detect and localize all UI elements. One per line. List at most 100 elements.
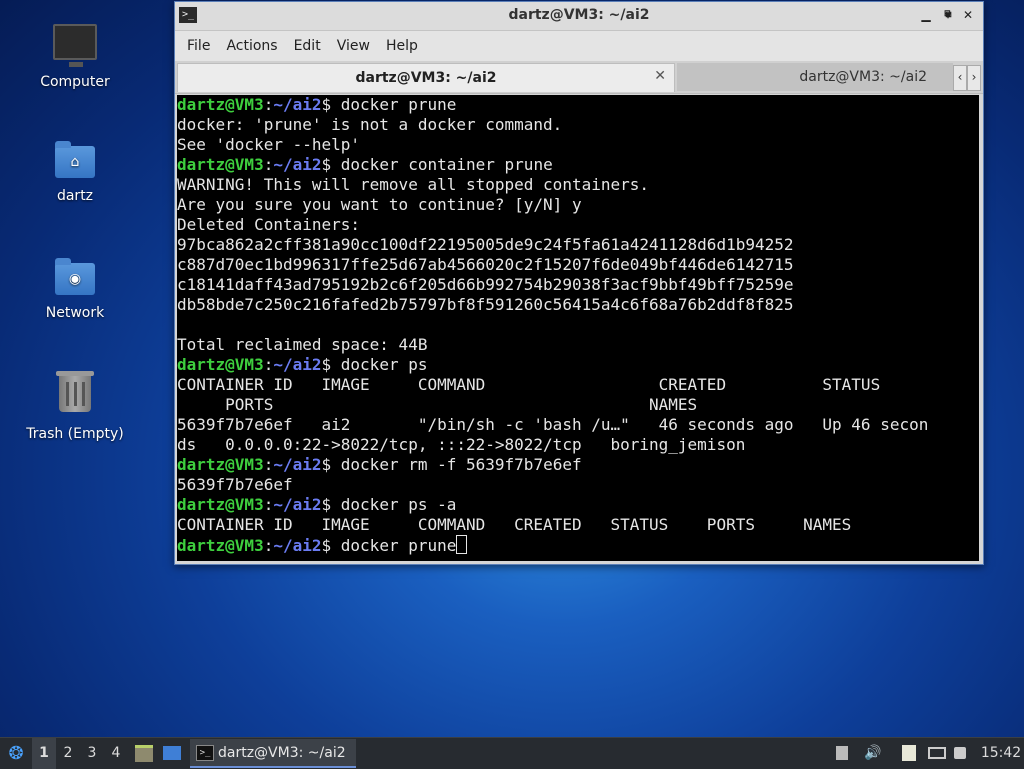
tab-inactive[interactable]: dartz@VM3: ~/ai2 <box>677 63 953 91</box>
desktop-icon-label: dartz <box>56 188 94 204</box>
desktop-icon-label: Network <box>45 305 105 321</box>
prompt-end: $ <box>321 95 341 114</box>
prompt-end: $ <box>321 155 341 174</box>
terminal-command-line: dartz@VM3:~/ai2$ docker prune <box>177 95 979 115</box>
terminal-output[interactable]: dartz@VM3:~/ai2$ docker prune docker: 'pr… <box>177 95 979 561</box>
terminal-output-line: WARNING! This will remove all stopped co… <box>177 175 650 194</box>
show-desktop-icon[interactable] <box>162 738 182 769</box>
prompt-user: dartz@VM3 <box>177 455 264 474</box>
desktop-icon-computer[interactable]: Computer <box>20 20 130 90</box>
prompt-path: ~/ai2 <box>273 155 322 174</box>
terminal-output-line: 5639f7b7e6ef ai2 "/bin/sh -c 'bash /u…" … <box>177 415 929 434</box>
terminal-command-line: dartz@VM3:~/ai2$ docker prune <box>177 535 979 555</box>
terminal-output-line: db58bde7c250c216fafed2b75797bf8f591260c5… <box>177 295 794 314</box>
prompt-end: $ <box>321 455 341 474</box>
text-cursor <box>456 535 468 554</box>
window-title: dartz@VM3: ~/ai2 <box>508 7 650 23</box>
menu-view[interactable]: View <box>329 38 378 54</box>
terminal-command-line: dartz@VM3:~/ai2$ docker ps -a <box>177 495 979 515</box>
prompt-end: $ <box>321 495 341 514</box>
terminal-output-line: ds 0.0.0.0:22->8022/tcp, :::22->8022/tcp… <box>177 435 746 454</box>
volume-icon[interactable]: 🔊 <box>864 745 881 761</box>
taskbar-terminal-button[interactable]: >_ dartz@VM3: ~/ai2 <box>190 739 356 768</box>
desktop-icon-label: Computer <box>40 74 110 90</box>
prompt-user: dartz@VM3 <box>177 155 264 174</box>
tab-active[interactable]: dartz@VM3: ~/ai2 ✕ <box>177 63 675 92</box>
desktop-icon-label: Trash (Empty) <box>26 426 124 442</box>
clipboard-icon[interactable] <box>836 746 848 760</box>
terminal-window: >_ dartz@VM3: ~/ai2 ▾ ▁ ⧉ ✕ File Actions… <box>174 1 984 565</box>
command-text: docker prune <box>340 95 457 114</box>
menu-actions[interactable]: Actions <box>218 38 285 54</box>
prompt-user: dartz@VM3 <box>177 95 264 114</box>
minimize-icon[interactable]: ▁ <box>917 6 935 24</box>
prompt-end: $ <box>321 355 341 374</box>
command-text: docker rm -f 5639f7b7e6ef <box>340 455 582 474</box>
desktop-icon-network[interactable]: ◉ Network <box>20 255 130 321</box>
desktop-icon-home-folder[interactable]: ⌂ dartz <box>20 138 130 204</box>
terminal-output-line: c887d70ec1bd996317ffe25d67ab4566020c2f15… <box>177 255 794 274</box>
tab-close-icon[interactable]: ✕ <box>654 68 666 84</box>
prompt-end: $ <box>321 536 341 555</box>
terminal-output-line: 5639f7b7e6ef <box>177 475 293 494</box>
prompt-separator: : <box>263 536 274 555</box>
app-menu-icon[interactable]: ❂ <box>4 738 28 769</box>
prompt-user: dartz@VM3 <box>177 536 264 555</box>
command-text: docker container prune <box>340 155 553 174</box>
terminal-output-line: Are you sure you want to continue? [y/N]… <box>177 195 582 214</box>
prompt-separator: : <box>263 95 274 114</box>
tab-scroll-right-icon[interactable]: › <box>967 65 981 91</box>
prompt-separator: : <box>263 355 274 374</box>
home-folder-icon: ⌂ <box>51 138 99 186</box>
terminal-output-line: CONTAINER ID IMAGE COMMAND CREATED STATU… <box>177 375 881 394</box>
prompt-user: dartz@VM3 <box>177 355 264 374</box>
file-manager-icon[interactable] <box>134 738 154 769</box>
network-status-icon[interactable] <box>928 747 946 759</box>
tab-bar: dartz@VM3: ~/ai2 ✕ dartz@VM3: ~/ai2 ‹ › <box>175 61 983 94</box>
terminal-output-line: c18141daff43ad795192b2c6f205d66b992754b2… <box>177 275 794 294</box>
workspace-1[interactable]: 1 <box>32 738 56 769</box>
terminal-command-line: dartz@VM3:~/ai2$ docker rm -f 5639f7b7e6… <box>177 455 979 475</box>
network-folder-icon: ◉ <box>51 255 99 303</box>
trash-icon <box>51 371 99 424</box>
workspace-3[interactable]: 3 <box>80 738 104 769</box>
menu-help[interactable]: Help <box>378 38 426 54</box>
prompt-path: ~/ai2 <box>273 536 322 555</box>
prompt-separator: : <box>263 455 274 474</box>
terminal-text: dartz@VM3:~/ai2$ docker prune docker: 'pr… <box>177 95 979 555</box>
prompt-user: dartz@VM3 <box>177 495 264 514</box>
menubar: File Actions Edit View Help <box>175 31 983 61</box>
prompt-separator: : <box>263 155 274 174</box>
update-icon[interactable] <box>954 747 966 759</box>
window-titlebar[interactable]: >_ dartz@VM3: ~/ai2 ▾ ▁ ⧉ ✕ <box>175 2 983 31</box>
terminal-command-line: dartz@VM3:~/ai2$ docker ps <box>177 355 979 375</box>
clock[interactable]: 15:42 <box>978 738 1024 769</box>
restore-icon[interactable]: ⧉ <box>939 6 957 24</box>
terminal-output-line: See 'docker --help' <box>177 135 361 154</box>
terminal-output-line: Deleted Containers: <box>177 215 361 234</box>
tab-label: dartz@VM3: ~/ai2 <box>799 69 927 85</box>
taskbar-task-label: dartz@VM3: ~/ai2 <box>218 745 346 761</box>
desktop-icon-trash[interactable]: Trash (Empty) <box>20 370 130 442</box>
prompt-separator: : <box>263 495 274 514</box>
prompt-path: ~/ai2 <box>273 495 322 514</box>
notes-icon[interactable] <box>902 745 916 761</box>
workspace-4[interactable]: 4 <box>104 738 128 769</box>
taskbar: ❂ 1 2 3 4 >_ dartz@VM3: ~/ai2 🔊 15:42 <box>0 737 1024 769</box>
computer-icon <box>51 24 99 72</box>
close-button[interactable]: ✕ <box>959 6 977 24</box>
terminal-output-line: 97bca862a2cff381a90cc100df22195005de9c24… <box>177 235 794 254</box>
terminal-output-line: CONTAINER ID IMAGE COMMAND CREATED STATU… <box>177 515 852 534</box>
prompt-path: ~/ai2 <box>273 455 322 474</box>
terminal-output-line: PORTS NAMES <box>177 395 698 414</box>
workspace-2[interactable]: 2 <box>56 738 80 769</box>
menu-file[interactable]: File <box>179 38 218 54</box>
command-text: docker ps <box>340 355 428 374</box>
prompt-path: ~/ai2 <box>273 355 322 374</box>
command-text: docker ps -a <box>340 495 457 514</box>
command-text: docker prune <box>340 536 457 555</box>
terminal-command-line: dartz@VM3:~/ai2$ docker container prune <box>177 155 979 175</box>
tab-scroll-left-icon[interactable]: ‹ <box>953 65 967 91</box>
prompt-path: ~/ai2 <box>273 95 322 114</box>
menu-edit[interactable]: Edit <box>286 38 329 54</box>
